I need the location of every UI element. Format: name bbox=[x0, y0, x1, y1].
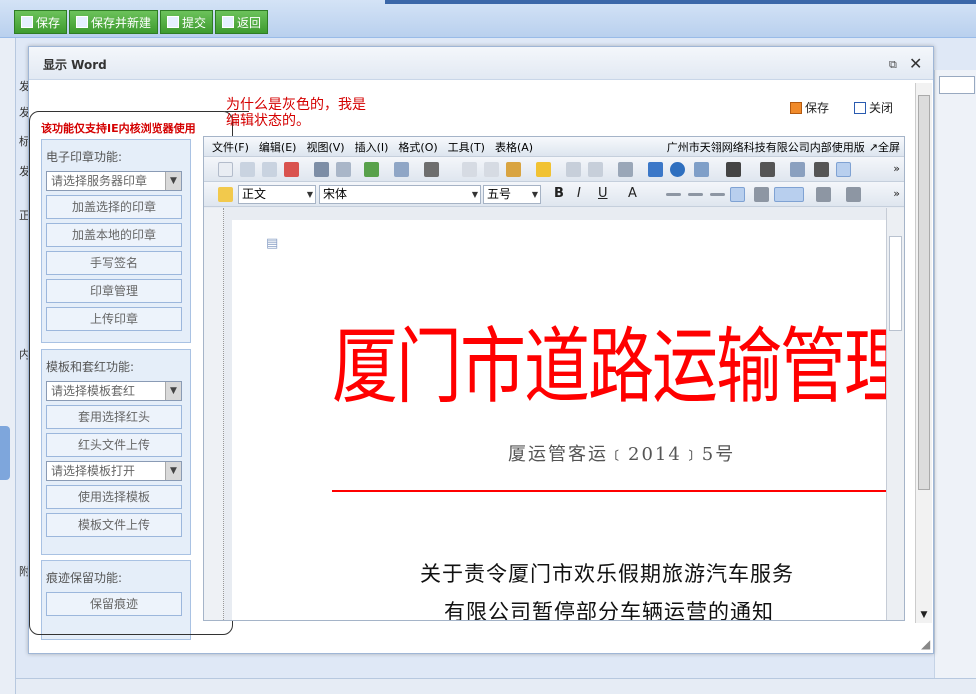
document-title-line1: 关于责令厦门市欢乐假期旅游汽车服务 bbox=[420, 562, 794, 586]
size-select[interactable]: 五号 ▼ bbox=[483, 185, 541, 204]
align-right-icon[interactable] bbox=[710, 193, 725, 196]
word-menubar: 文件(F) 编辑(E) 视图(V) 插入(I) 格式(O) 工具(T) 表格(A… bbox=[204, 137, 904, 157]
menu-table[interactable]: 表格(A) bbox=[495, 139, 533, 155]
columns-icon[interactable] bbox=[726, 162, 741, 177]
new-doc-icon[interactable] bbox=[218, 162, 233, 177]
underline-icon[interactable]: U bbox=[598, 186, 608, 201]
print-preview-icon[interactable] bbox=[336, 162, 351, 177]
submit-icon bbox=[167, 16, 180, 28]
standard-toolbar: » bbox=[204, 157, 904, 182]
toolbar-more-icon[interactable]: » bbox=[893, 162, 900, 175]
scroll-down-icon[interactable]: ▼ bbox=[916, 607, 932, 623]
menu-view[interactable]: 视图(V) bbox=[306, 139, 344, 155]
numbered-list-icon[interactable] bbox=[816, 187, 831, 202]
popout-icon[interactable]: ⧉ bbox=[889, 58, 897, 72]
distributed-icon[interactable] bbox=[754, 187, 769, 202]
chevron-down-icon: ▼ bbox=[531, 190, 538, 199]
clear-format-icon[interactable] bbox=[536, 162, 551, 177]
justify-icon[interactable] bbox=[730, 187, 745, 202]
word-save-button[interactable]: 保存 bbox=[790, 99, 829, 116]
open-icon[interactable] bbox=[240, 162, 255, 177]
format-painter-icon[interactable] bbox=[424, 162, 439, 177]
background-form-right bbox=[934, 70, 976, 690]
align-center-icon[interactable] bbox=[688, 193, 703, 196]
save-icon bbox=[790, 101, 802, 114]
close-window-icon bbox=[854, 101, 866, 114]
style-icon[interactable] bbox=[218, 187, 233, 202]
chevron-down-icon: ▼ bbox=[471, 190, 478, 199]
pdf-icon[interactable] bbox=[284, 162, 299, 177]
save-new-icon bbox=[76, 16, 89, 28]
left-edge-panel bbox=[0, 38, 16, 694]
vertical-ruler bbox=[204, 208, 224, 620]
save-and-new-button[interactable]: 保存并新建 bbox=[69, 10, 159, 34]
close-icon[interactable]: ✕ bbox=[909, 54, 922, 73]
resize-grip-icon[interactable]: ◢ bbox=[921, 637, 930, 651]
expand-tab[interactable] bbox=[0, 426, 10, 480]
word-editor: 文件(F) 编辑(E) 视图(V) 插入(I) 格式(O) 工具(T) 表格(A… bbox=[203, 136, 905, 621]
page-view-icon[interactable] bbox=[836, 162, 851, 177]
menu-file[interactable]: 文件(F) bbox=[212, 139, 249, 155]
globe-icon[interactable] bbox=[670, 162, 685, 177]
break-icon[interactable] bbox=[814, 162, 829, 177]
fullscreen-button[interactable]: ↗全屏 bbox=[869, 139, 900, 155]
bg-select[interactable] bbox=[939, 76, 975, 94]
menu-insert[interactable]: 插入(I) bbox=[355, 139, 389, 155]
undo-icon[interactable] bbox=[566, 162, 581, 177]
pi-symbol-icon[interactable] bbox=[648, 162, 663, 177]
document-area: ▤ 厦门市道路运输管理处文件 厦运管客运﹝2014﹞5号 关于责令厦门市欢乐假期… bbox=[204, 208, 904, 621]
dialog-header: 显示 Word ⧉ ✕ bbox=[29, 47, 933, 80]
text-direction-icon[interactable] bbox=[760, 162, 775, 177]
submit-button[interactable]: 提交 bbox=[160, 10, 214, 34]
dialog-scrollbar[interactable]: ▼ bbox=[915, 83, 932, 623]
italic-icon[interactable]: I bbox=[577, 186, 581, 201]
bottom-bar bbox=[16, 678, 976, 694]
word-dialog: 显示 Word ⧉ ✕ 该功能仅支持IE内核浏览器使用 电子印章功能: 请选择服… bbox=[28, 46, 934, 654]
bullet-list-icon[interactable] bbox=[846, 187, 861, 202]
document-number: 厦运管客运﹝2014﹞5号 bbox=[508, 444, 736, 465]
top-toolbar: 保存 保存并新建 提交 返回 bbox=[0, 0, 976, 38]
document-title-line2: 有限公司暂停部分车辆运营的通知 bbox=[444, 600, 774, 621]
field-icon[interactable] bbox=[618, 162, 633, 177]
table-icon[interactable] bbox=[694, 162, 709, 177]
cut-icon[interactable] bbox=[484, 162, 499, 177]
save-doc-icon[interactable] bbox=[262, 162, 277, 177]
scroll-thumb[interactable] bbox=[889, 236, 902, 331]
menu-edit[interactable]: 编辑(E) bbox=[259, 139, 297, 155]
copy-icon[interactable] bbox=[462, 162, 477, 177]
redo-icon[interactable] bbox=[588, 162, 603, 177]
chevron-down-icon: ▼ bbox=[306, 190, 313, 199]
menu-format[interactable]: 格式(O) bbox=[398, 139, 437, 155]
font-select[interactable]: 宋体 ▼ bbox=[319, 185, 481, 204]
red-header-title: 厦门市道路运输管理处文件 bbox=[332, 318, 886, 415]
header-strip bbox=[385, 0, 976, 4]
align-left-icon[interactable] bbox=[666, 193, 681, 196]
comment-icon[interactable] bbox=[790, 162, 805, 177]
word-close-button[interactable]: 关闭 bbox=[854, 99, 893, 116]
save-button[interactable]: 保存 bbox=[14, 10, 68, 34]
print-icon[interactable] bbox=[314, 162, 329, 177]
dialog-scroll-thumb[interactable] bbox=[918, 95, 930, 490]
document-scrollbar[interactable] bbox=[886, 208, 904, 620]
back-icon bbox=[222, 16, 235, 28]
font-color-icon[interactable]: A bbox=[628, 186, 637, 201]
menu-tools[interactable]: 工具(T) bbox=[448, 139, 485, 155]
paste-icon[interactable] bbox=[506, 162, 521, 177]
red-separator-line bbox=[332, 490, 886, 492]
back-button[interactable]: 返回 bbox=[215, 10, 269, 34]
document-page[interactable]: ▤ 厦门市道路运输管理处文件 厦运管客运﹝2014﹞5号 关于责令厦门市欢乐假期… bbox=[232, 220, 886, 621]
format-toolbar: 正文 ▼ 宋体 ▼ 五号 ▼ B I U A » bbox=[204, 182, 904, 207]
insert-icon[interactable] bbox=[364, 162, 379, 177]
dialog-title: 显示 Word bbox=[43, 58, 107, 72]
track-icon[interactable] bbox=[394, 162, 409, 177]
format-more-icon[interactable]: » bbox=[893, 187, 900, 200]
line-spacing-icon[interactable] bbox=[774, 187, 804, 202]
annotation-text: 为什么是灰色的，我是编辑状态的。 bbox=[226, 97, 366, 129]
style-select[interactable]: 正文 ▼ bbox=[238, 185, 316, 204]
page-icon: ▤ bbox=[266, 236, 279, 251]
license-text: 广州市天翎网络科技有限公司内部使用版 bbox=[666, 140, 865, 154]
save-icon bbox=[21, 16, 33, 28]
bold-icon[interactable]: B bbox=[554, 186, 564, 201]
